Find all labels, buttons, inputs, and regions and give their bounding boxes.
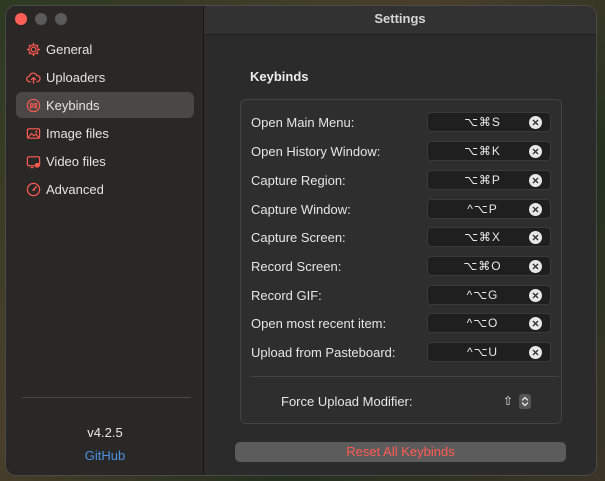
sidebar-item-image-files[interactable]: Image files xyxy=(16,120,194,146)
github-link[interactable]: GitHub xyxy=(6,448,204,463)
clear-shortcut-button[interactable] xyxy=(529,173,542,187)
clear-shortcut-button[interactable] xyxy=(529,230,542,244)
chevron-up-down-icon xyxy=(521,396,529,406)
image-icon xyxy=(24,124,42,142)
sidebar-item-general[interactable]: General xyxy=(16,36,194,62)
close-icon xyxy=(532,292,539,298)
force-upload-modifier-label: Force Upload Modifier: xyxy=(281,393,413,409)
sidebar-item-label: Image files xyxy=(46,125,109,141)
shortcut-value: ^⌥O xyxy=(466,316,499,330)
close-icon xyxy=(532,206,539,212)
shortcut-value: ^⌥G xyxy=(466,288,499,302)
close-window-button[interactable] xyxy=(15,13,27,25)
sidebar-item-uploaders[interactable]: Uploaders xyxy=(16,64,194,90)
box-divider xyxy=(251,376,559,377)
section-title: Keybinds xyxy=(250,69,309,84)
gear-icon xyxy=(24,40,42,58)
zoom-window-button[interactable] xyxy=(55,13,67,25)
keybind-row-open-most-recent-item: Open most recent item: ^⌥O xyxy=(251,313,551,333)
window-title: Settings xyxy=(204,6,596,35)
reset-all-keybinds-button[interactable]: Reset All Keybinds xyxy=(235,442,566,462)
modifier-popup-button[interactable] xyxy=(519,393,531,409)
keybind-row-capture-region: Capture Region: ⌥⌘P xyxy=(251,170,551,190)
settings-window: General Uploaders Keybinds Image files V… xyxy=(5,5,597,476)
close-icon xyxy=(532,234,539,240)
sidebar: General Uploaders Keybinds Image files V… xyxy=(6,6,204,475)
force-upload-modifier-value[interactable]: ⇧ xyxy=(503,394,513,408)
sidebar-item-advanced[interactable]: Advanced xyxy=(16,176,194,202)
version-label: v4.2.5 xyxy=(87,425,123,440)
keybind-row-open-history-window: Open History Window: ⌥⌘K xyxy=(251,141,551,161)
shortcut-value: ⌥⌘P xyxy=(464,173,501,187)
clear-shortcut-button[interactable] xyxy=(529,115,542,129)
shortcut-value: ⌥⌘K xyxy=(464,144,501,158)
shortcut-recorder[interactable]: ⌥⌘S xyxy=(427,112,551,132)
gauge-icon xyxy=(24,180,42,198)
keybind-label: Record GIF: xyxy=(251,287,322,303)
clear-shortcut-button[interactable] xyxy=(529,316,542,330)
keybind-label: Open History Window: xyxy=(251,143,381,159)
shortcut-recorder[interactable]: ^⌥G xyxy=(427,285,551,305)
sidebar-item-label: Keybinds xyxy=(46,97,100,113)
sidebar-item-video-files[interactable]: Video files xyxy=(16,148,194,174)
sidebar-item-label: Uploaders xyxy=(46,69,106,85)
sidebar-item-keybinds[interactable]: Keybinds xyxy=(16,92,194,118)
keybind-row-record-screen: Record Screen: ⌥⌘O xyxy=(251,256,551,276)
force-upload-modifier-row: Force Upload Modifier: ⇧ xyxy=(281,391,541,411)
clear-shortcut-button[interactable] xyxy=(529,288,542,302)
shortcut-value: ⌥⌘S xyxy=(464,115,501,129)
clear-shortcut-button[interactable] xyxy=(529,202,542,216)
shortcut-recorder[interactable]: ⌥⌘O xyxy=(427,256,551,276)
close-icon xyxy=(532,320,539,326)
sidebar-item-label: Video files xyxy=(46,153,106,169)
keybinds-box: Open Main Menu: ⌥⌘S Open History Window:… xyxy=(240,99,562,424)
cloud-upload-icon xyxy=(24,68,42,86)
shortcut-recorder[interactable]: ⌥⌘X xyxy=(427,227,551,247)
clear-shortcut-button[interactable] xyxy=(529,345,542,359)
shortcut-recorder[interactable]: ⌥⌘P xyxy=(427,170,551,190)
keybind-row-record-gif: Record GIF: ^⌥G xyxy=(251,285,551,305)
keybind-label: Open Main Menu: xyxy=(251,114,355,130)
sidebar-divider xyxy=(22,397,191,398)
keybind-row-capture-screen: Capture Screen: ⌥⌘X xyxy=(251,227,551,247)
main-panel: Settings Keybinds Open Main Menu: ⌥⌘S Op… xyxy=(204,6,596,475)
keybind-row-capture-window: Capture Window: ^⌥P xyxy=(251,199,551,219)
shortcut-recorder[interactable]: ^⌥U xyxy=(427,342,551,362)
keybind-label: Capture Window: xyxy=(251,201,351,217)
keybind-row-open-main-menu: Open Main Menu: ⌥⌘S xyxy=(251,112,551,132)
shortcut-recorder[interactable]: ^⌥P xyxy=(427,199,551,219)
close-icon xyxy=(532,263,539,269)
keybind-label: Capture Region: xyxy=(251,172,346,188)
clear-shortcut-button[interactable] xyxy=(529,144,542,158)
keybind-label: Record Screen: xyxy=(251,258,342,274)
shortcut-value: ^⌥P xyxy=(467,202,498,216)
close-icon xyxy=(532,349,539,355)
keybind-label: Upload from Pasteboard: xyxy=(251,344,396,360)
shortcut-value: ⌥⌘X xyxy=(464,230,501,244)
sidebar-item-label: General xyxy=(46,41,93,57)
shortcut-recorder[interactable]: ⌥⌘K xyxy=(427,141,551,161)
keybind-row-upload-from-pasteboard: Upload from Pasteboard: ^⌥U xyxy=(251,342,551,362)
sidebar-nav: General Uploaders Keybinds Image files V… xyxy=(16,36,194,204)
shortcut-value: ^⌥U xyxy=(466,345,499,359)
video-icon xyxy=(24,152,42,170)
keybind-label: Open most recent item: xyxy=(251,315,387,331)
window-controls xyxy=(15,13,67,25)
close-icon xyxy=(532,148,539,154)
sidebar-item-label: Advanced xyxy=(46,181,104,197)
shortcut-value: ⌥⌘O xyxy=(463,259,502,273)
shortcut-recorder[interactable]: ^⌥O xyxy=(427,313,551,333)
command-icon xyxy=(24,96,42,114)
close-icon xyxy=(532,119,539,125)
clear-shortcut-button[interactable] xyxy=(529,259,542,273)
close-icon xyxy=(532,177,539,183)
minimize-window-button[interactable] xyxy=(35,13,47,25)
keybind-label: Capture Screen: xyxy=(251,229,346,245)
